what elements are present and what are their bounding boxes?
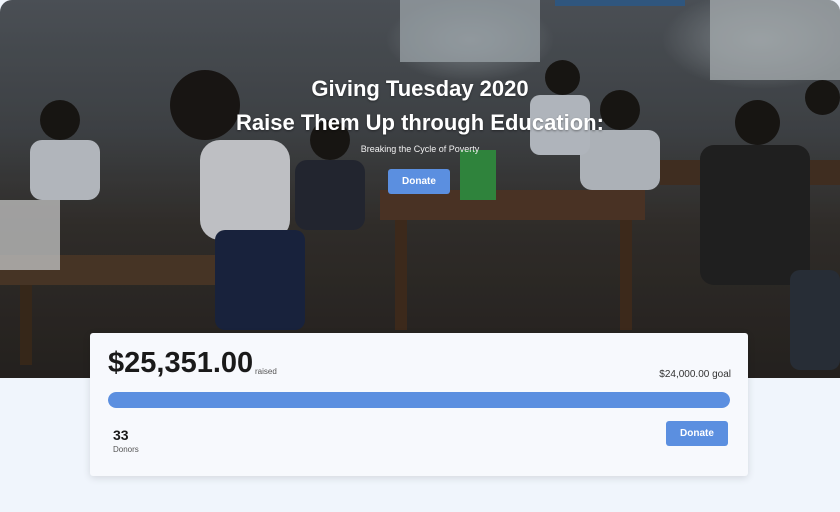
donors-label: Donors (113, 445, 139, 454)
hero-title-line2: Raise Them Up through Education: (236, 110, 604, 135)
fundraising-card: $25,351.00 raised $24,000.00 goal 33 Don… (90, 333, 748, 476)
progress-bar-fill (108, 392, 730, 408)
goal-amount: $24,000.00 goal (659, 369, 731, 380)
donors-count: 33 (113, 427, 129, 443)
hero-banner: Giving Tuesday 2020 Raise Them Up throug… (0, 0, 840, 378)
hero-subtitle: Breaking the Cycle of Poverty (360, 144, 480, 154)
card-donate-button[interactable]: Donate (666, 421, 728, 446)
progress-bar (108, 392, 730, 408)
raised-label: raised (255, 367, 277, 376)
hero-title-line1: Giving Tuesday 2020 (311, 76, 529, 101)
hero-donate-button[interactable]: Donate (388, 169, 450, 194)
raised-amount: $25,351.00 (108, 347, 254, 379)
